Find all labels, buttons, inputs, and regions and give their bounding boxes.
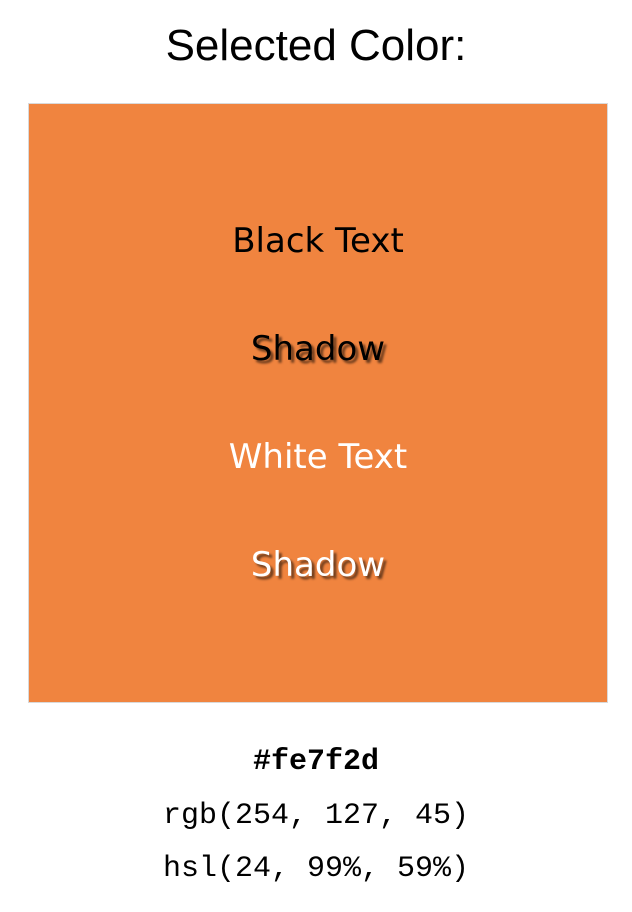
- hex-code: #fe7f2d: [252, 745, 380, 779]
- hsl-code: hsl(24, 99%, 59%): [162, 852, 470, 886]
- black-shadow-text-sample: Shadow: [250, 329, 386, 369]
- rgb-code: rgb(254, 127, 45): [162, 799, 470, 833]
- page-title: Selected Color:: [165, 21, 467, 70]
- white-shadow-text-sample: Shadow: [250, 545, 386, 585]
- color-swatch: Black Text Shadow White Text Shadow: [28, 103, 608, 703]
- black-text-sample: Black Text: [232, 221, 404, 261]
- white-text-sample: White Text: [228, 437, 408, 477]
